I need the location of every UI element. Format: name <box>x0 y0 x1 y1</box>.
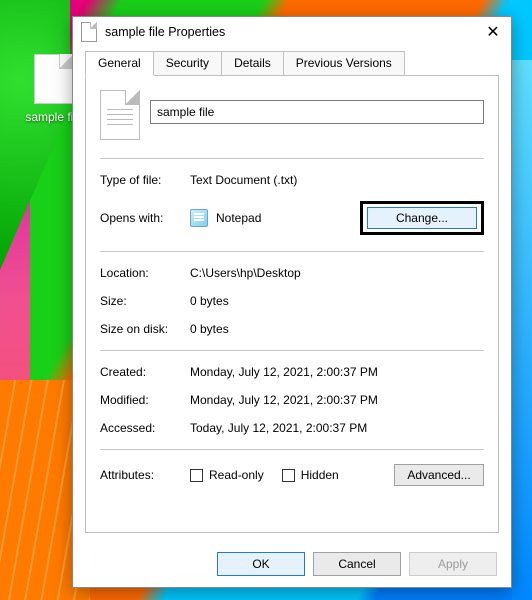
tab-security[interactable]: Security <box>153 51 222 75</box>
label-type-of-file: Type of file: <box>100 173 190 187</box>
properties-window: sample file Properties ✕ General Securit… <box>72 16 512 588</box>
cancel-button[interactable]: Cancel <box>313 552 401 576</box>
change-button[interactable]: Change... <box>367 207 477 229</box>
value-size-on-disk: 0 bytes <box>190 322 484 336</box>
readonly-label: Read-only <box>209 468 264 482</box>
bg-stripe <box>512 60 532 600</box>
tab-strip: General Security Details Previous Versio… <box>73 51 511 75</box>
separator <box>100 449 484 450</box>
tab-details[interactable]: Details <box>221 51 284 75</box>
tab-panel-general: Type of file: Text Document (.txt) Opens… <box>85 75 499 533</box>
value-accessed: Today, July 12, 2021, 2:00:37 PM <box>190 421 484 435</box>
highlight-box: Change... <box>360 201 484 235</box>
text-file-icon <box>100 90 140 140</box>
separator <box>100 251 484 252</box>
readonly-checkbox[interactable]: Read-only <box>190 468 264 482</box>
apply-button[interactable]: Apply <box>409 552 497 576</box>
text-file-icon <box>34 54 74 104</box>
value-location: C:\Users\hp\Desktop <box>190 266 484 280</box>
value-created: Monday, July 12, 2021, 2:00:37 PM <box>190 365 484 379</box>
text-file-icon <box>81 22 97 42</box>
hidden-label: Hidden <box>301 468 339 482</box>
separator <box>100 350 484 351</box>
checkbox-box <box>190 469 203 482</box>
desktop-background: sample file sample file Properties ✕ Gen… <box>0 0 532 600</box>
value-opens-with: Notepad <box>216 211 261 225</box>
label-attributes: Attributes: <box>100 468 190 482</box>
titlebar[interactable]: sample file Properties ✕ <box>73 17 511 47</box>
label-size: Size: <box>100 294 190 308</box>
separator <box>100 158 484 159</box>
label-modified: Modified: <box>100 393 190 407</box>
file-name-input[interactable] <box>150 100 484 124</box>
bg-stripe <box>0 0 70 270</box>
tab-general[interactable]: General <box>85 51 154 76</box>
notepad-icon <box>190 209 208 227</box>
value-size: 0 bytes <box>190 294 484 308</box>
label-created: Created: <box>100 365 190 379</box>
dialog-footer: OK Cancel Apply <box>73 541 511 587</box>
window-title: sample file Properties <box>105 25 475 39</box>
hidden-checkbox[interactable]: Hidden <box>282 468 339 482</box>
tab-previous-versions[interactable]: Previous Versions <box>283 51 405 75</box>
close-button[interactable]: ✕ <box>475 17 511 47</box>
label-accessed: Accessed: <box>100 421 190 435</box>
label-size-on-disk: Size on disk: <box>100 322 190 336</box>
checkbox-box <box>282 469 295 482</box>
label-location: Location: <box>100 266 190 280</box>
advanced-button[interactable]: Advanced... <box>394 464 484 486</box>
ok-button[interactable]: OK <box>217 552 305 576</box>
value-type-of-file: Text Document (.txt) <box>190 173 484 187</box>
value-modified: Monday, July 12, 2021, 2:00:37 PM <box>190 393 484 407</box>
label-opens-with: Opens with: <box>100 211 190 225</box>
